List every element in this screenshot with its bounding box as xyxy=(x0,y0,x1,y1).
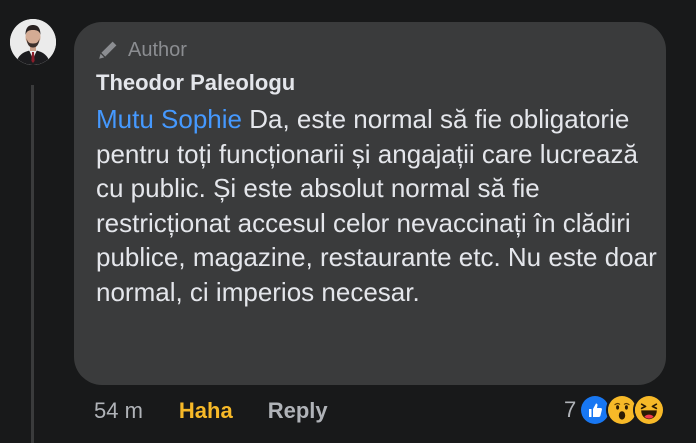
comment-bubble: Author Theodor Paleologu Mutu Sophie Da,… xyxy=(74,22,666,385)
reply-button[interactable]: Reply xyxy=(268,397,328,425)
avatar[interactable] xyxy=(10,19,56,65)
haha-reaction-button[interactable]: Haha xyxy=(179,397,233,425)
timestamp[interactable]: 54 m xyxy=(94,397,143,425)
reaction-count: 7 xyxy=(564,397,577,422)
haha-icon xyxy=(633,394,666,426)
profile-photo-icon xyxy=(10,19,56,65)
reaction-summary[interactable]: 7 xyxy=(564,393,666,427)
author-name[interactable]: Theodor Paleologu xyxy=(96,68,295,98)
mention-link[interactable]: Mutu Sophie xyxy=(96,104,242,134)
comment-actions: 54 m Haha Reply xyxy=(94,397,328,425)
comment-text: Mutu Sophie Da, este normal să fie oblig… xyxy=(96,102,661,310)
thread-line xyxy=(31,85,34,443)
author-badge-label: Author xyxy=(128,39,187,61)
comment-body: Da, este normal să fie obligatorie pentr… xyxy=(96,104,657,307)
author-badge: Author xyxy=(96,37,187,63)
pencil-icon xyxy=(99,41,117,59)
